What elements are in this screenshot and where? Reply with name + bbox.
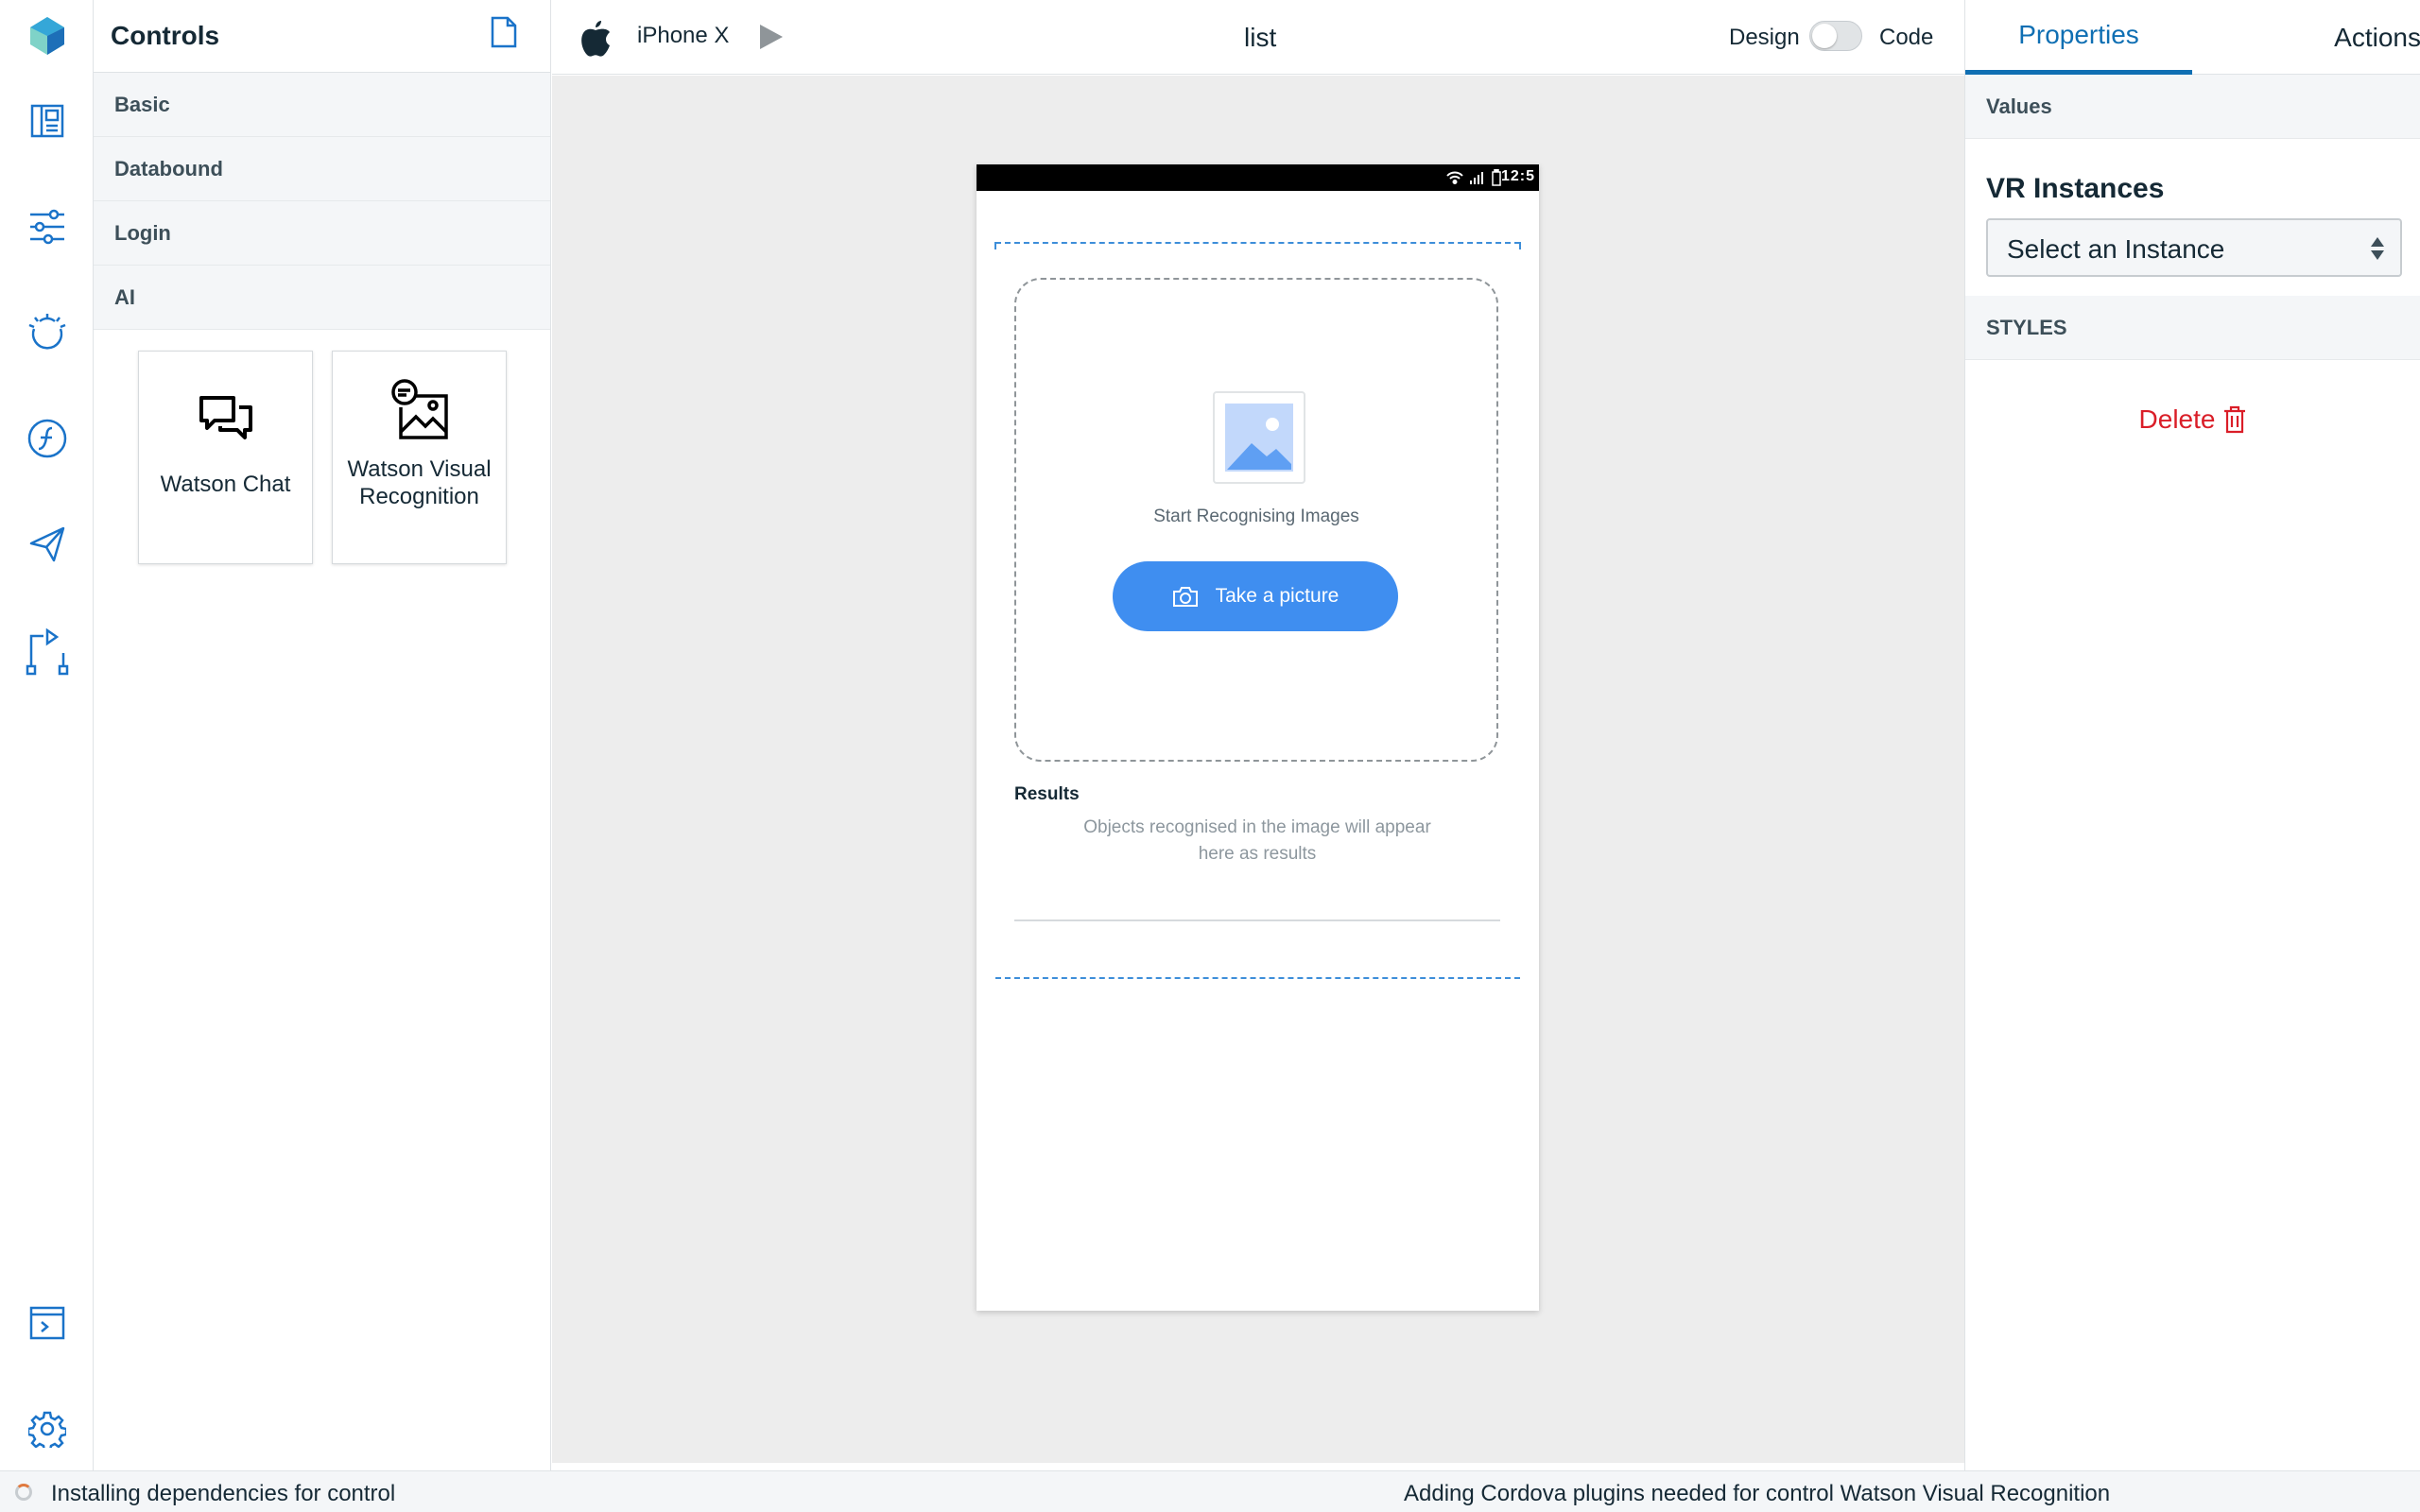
delete-button[interactable]: Delete xyxy=(1965,404,2420,435)
app-logo-icon[interactable] xyxy=(0,0,94,72)
signal-icon xyxy=(1470,172,1483,184)
results-divider xyxy=(1014,919,1500,921)
category-login[interactable]: Login xyxy=(94,201,550,266)
controls-panel: Controls Basic Databound Login AI Watson… xyxy=(94,0,551,1470)
instance-select-value: Select an Instance xyxy=(2007,234,2225,264)
design-mode-label[interactable]: Design xyxy=(1729,25,1800,51)
chat-icon xyxy=(198,387,254,454)
results-title: Results xyxy=(1014,784,1080,804)
play-icon[interactable] xyxy=(758,23,785,56)
delete-label: Delete xyxy=(2138,404,2216,434)
design-code-toggle[interactable] xyxy=(1809,21,1862,51)
status-bar: Installing dependencies for control Addi… xyxy=(0,1470,2420,1512)
battery-icon xyxy=(1492,169,1501,186)
watson-visual-recognition-control[interactable]: Watson Visual Recognition xyxy=(332,351,507,564)
trash-icon xyxy=(2224,405,2246,434)
tab-properties[interactable]: Properties xyxy=(1965,0,2192,75)
toggle-knob xyxy=(1812,24,1837,48)
wifi-icon xyxy=(1446,171,1463,184)
status-message-right: Adding Cordova plugins needed for contro… xyxy=(1404,1481,2111,1506)
left-icon-rail xyxy=(0,0,94,1470)
watson-icon[interactable] xyxy=(0,295,94,370)
instance-select[interactable]: Select an Instance xyxy=(1986,218,2402,277)
visual-recognition-icon xyxy=(389,376,450,442)
apple-icon[interactable] xyxy=(579,19,613,61)
new-page-icon[interactable] xyxy=(490,15,518,54)
send-icon[interactable] xyxy=(0,507,94,582)
status-icons xyxy=(1446,169,1501,186)
functions-icon[interactable] xyxy=(0,401,94,476)
controls-header: Controls xyxy=(94,0,550,73)
ai-controls-list: Watson Chat Watson Visual Recognition xyxy=(94,330,550,564)
results-placeholder: Objects recognised in the image will app… xyxy=(1083,817,1431,864)
selected-component-outline[interactable]: Start Recognising Images Take a picture … xyxy=(994,242,1521,979)
code-mode-label[interactable]: Code xyxy=(1879,25,1933,51)
gear-icon[interactable] xyxy=(0,1391,94,1467)
phone-status-bar: 12:5 xyxy=(977,164,1539,191)
terminal-icon[interactable] xyxy=(0,1285,94,1361)
image-placeholder-icon xyxy=(1213,391,1305,484)
layout-icon[interactable] xyxy=(0,83,94,159)
category-basic[interactable]: Basic xyxy=(94,73,550,137)
tab-actions[interactable]: Actions xyxy=(2192,0,2420,75)
camera-icon xyxy=(1172,587,1198,607)
properties-panel: Properties Actions Values VR Instances S… xyxy=(1964,0,2420,1470)
controls-title: Controls xyxy=(111,21,220,50)
styles-section-header[interactable]: STYLES xyxy=(1965,296,2420,360)
take-picture-button[interactable]: Take a picture xyxy=(1113,561,1398,631)
visual-recognition-dropzone[interactable]: Start Recognising Images Take a picture xyxy=(1014,278,1498,762)
phone-preview: 12:5 Start Recognising Images Take a pic… xyxy=(977,164,1539,1311)
canvas-toolbar: iPhone X list Design Code xyxy=(552,0,1964,75)
flow-icon[interactable] xyxy=(0,614,94,690)
control-label: Watson Visual Recognition xyxy=(347,456,492,509)
sliders-icon[interactable] xyxy=(0,189,94,265)
vr-instances-heading: VR Instances xyxy=(1986,173,2165,204)
take-picture-label: Take a picture xyxy=(1215,585,1340,607)
select-arrows-icon xyxy=(2370,235,2385,266)
device-selector[interactable]: iPhone X xyxy=(637,23,729,49)
values-section-header[interactable]: Values xyxy=(1965,75,2420,139)
status-message-left: Installing dependencies for control xyxy=(51,1481,396,1506)
loading-spinner-icon xyxy=(15,1484,32,1501)
category-ai[interactable]: AI xyxy=(94,266,550,330)
vr-title: Start Recognising Images xyxy=(1153,507,1359,526)
watson-chat-control[interactable]: Watson Chat xyxy=(138,351,313,564)
properties-tabs: Properties Actions xyxy=(1965,0,2420,75)
category-databound[interactable]: Databound xyxy=(94,137,550,201)
control-label: Watson Chat xyxy=(160,472,291,497)
status-time: 12:5 xyxy=(1500,168,1535,184)
page-title: list xyxy=(1244,23,1277,52)
